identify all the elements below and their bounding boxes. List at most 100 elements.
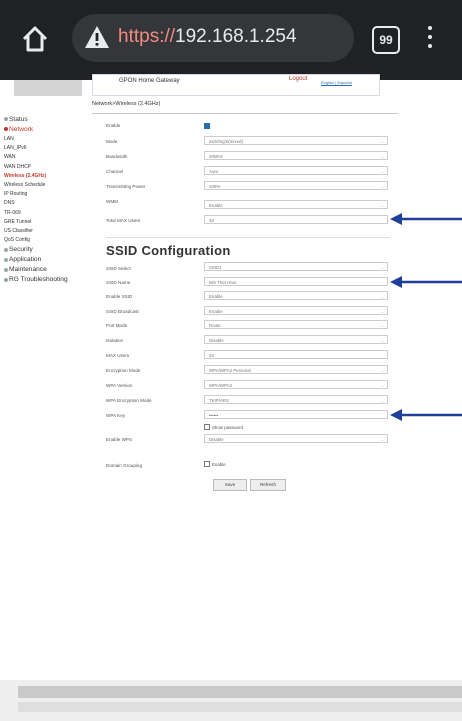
gateway-title: GPON Home Gateway xyxy=(119,78,180,84)
tx-power-select[interactable]: 100% ⌄ xyxy=(204,181,388,190)
chevron-down-icon: ⌄ xyxy=(380,323,384,328)
ssid-broadcast-select[interactable]: Enable ⌄ xyxy=(204,306,388,315)
sidebar: Status Network LAN LAN_IPv6 WAN WAN DHCP… xyxy=(2,115,94,285)
wpa-key-input[interactable]: •••••• xyxy=(204,410,388,419)
enable-ssid-value: Enable xyxy=(209,294,223,299)
port-mode-select[interactable]: Route ⌄ xyxy=(204,320,388,329)
chevron-down-icon: ⌄ xyxy=(380,184,384,189)
bandwidth-label: Bandwidth xyxy=(106,154,128,159)
url-host: 192.168.1.254 xyxy=(175,26,297,47)
annotation-arrow-icon xyxy=(390,276,462,288)
max-users-input[interactable]: 32 xyxy=(204,350,388,359)
save-button[interactable]: Save xyxy=(213,479,247,491)
tx-power-label: Transmitting Power xyxy=(106,184,146,189)
wpa-version-label: WPA Version xyxy=(106,383,133,388)
bandwidth-select[interactable]: 20MHz ⌄ xyxy=(204,151,388,160)
channel-select[interactable]: Auto ⌄ xyxy=(204,166,388,175)
chevron-down-icon: ⌄ xyxy=(380,169,384,174)
port-mode-label: Port Mode xyxy=(106,323,128,328)
wpa-key-value: •••••• xyxy=(209,413,219,418)
isolation-value: Disable xyxy=(209,338,224,343)
sidebar-item-label: Network xyxy=(9,126,34,133)
sidebar-item-wireless[interactable]: Wireless (2.4GHz) xyxy=(2,172,94,181)
sidebar-item-tr069[interactable]: TR-069 xyxy=(2,209,94,218)
enable-wps-label: Enable WPS xyxy=(106,437,133,442)
address-bar[interactable]: https://192.168.1.254 xyxy=(72,14,354,62)
isolation-select[interactable]: Disable ⌄ xyxy=(204,335,388,344)
ssid-broadcast-label: SSID Broadcast xyxy=(106,309,139,314)
ssid-name-label: SSID Name xyxy=(106,280,131,285)
warning-icon[interactable] xyxy=(84,24,110,50)
wpa-encryption-mode-select[interactable]: TKIP/AES ⌄ xyxy=(204,395,388,404)
bullet-icon xyxy=(4,117,8,122)
sidebar-item-status[interactable]: Status xyxy=(2,115,94,125)
divider xyxy=(106,237,390,238)
show-password-checkbox[interactable] xyxy=(204,424,210,430)
sidebar-item-dns[interactable]: DNS xyxy=(2,199,94,208)
sidebar-item-gre-tunnel[interactable]: GRE Tunnel xyxy=(2,218,94,227)
sidebar-item-qos-config[interactable]: QoS Config xyxy=(2,236,94,245)
show-password-label: Show password xyxy=(212,425,243,430)
tab-switcher-button[interactable]: 99 xyxy=(372,26,400,54)
logo-placeholder xyxy=(14,80,82,96)
enable-ssid-label: Enable SSID xyxy=(106,294,133,299)
language-links[interactable]: English | Español xyxy=(321,80,352,85)
url-scheme: https:// xyxy=(118,26,176,47)
chevron-down-icon: ⌄ xyxy=(380,338,384,343)
ssid-select-label: SSID Select xyxy=(106,266,131,271)
wmm-value: Enable xyxy=(209,203,223,208)
encryption-mode-select[interactable]: WPA/WPA2 Personal ⌄ xyxy=(204,365,388,374)
sidebar-item-label: Security xyxy=(9,246,33,254)
mode-label: Mode xyxy=(106,139,118,144)
chevron-down-icon: ⌄ xyxy=(380,265,384,270)
sidebar-item-network[interactable]: Network xyxy=(2,125,94,135)
sidebar-item-label: Maintenance xyxy=(9,266,47,274)
chevron-down-icon: ⌄ xyxy=(380,139,384,144)
logout-link[interactable]: Logout xyxy=(289,76,307,82)
wpa-version-select[interactable]: WPA/WPA2 ⌄ xyxy=(204,380,388,389)
domain-grouping-checkbox[interactable] xyxy=(204,461,210,467)
sidebar-item-wan-dhcp[interactable]: WAN DHCP xyxy=(2,163,94,172)
sidebar-item-ip-routing[interactable]: IP Routing xyxy=(2,190,94,199)
overflow-menu-icon[interactable] xyxy=(422,24,438,54)
sidebar-item-lan[interactable]: LAN xyxy=(2,135,94,144)
annotation-arrow-icon xyxy=(390,409,462,421)
wmm-select[interactable]: Enable ⌄ xyxy=(204,200,388,209)
encryption-mode-label: Encryption Mode xyxy=(106,368,141,373)
port-mode-value: Route xyxy=(209,323,221,328)
enable-checkbox[interactable] xyxy=(204,123,210,129)
enable-label: Enable xyxy=(106,123,121,128)
sidebar-item-lan-ipv6[interactable]: LAN_IPv6 xyxy=(2,144,94,153)
chevron-down-icon: ⌄ xyxy=(380,383,384,388)
sidebar-item-maintenance[interactable]: Maintenance xyxy=(2,265,94,275)
refresh-button[interactable]: Refresh xyxy=(250,479,286,491)
ssid-select[interactable]: SSID1 ⌄ xyxy=(204,262,388,271)
sidebar-item-troubleshooting[interactable]: RG Troubleshooting xyxy=(2,275,94,285)
sidebar-item-wan[interactable]: WAN xyxy=(2,153,94,162)
sidebar-item-wireless-schedule[interactable]: Wireless Schedule xyxy=(2,181,94,190)
router-page: GPON Home Gateway Logout English | Españ… xyxy=(0,74,462,680)
mode-select[interactable]: ax/n/b/g/n(mixed) ⌄ xyxy=(204,136,388,145)
bottom-bar-strip xyxy=(18,702,462,712)
bullet-icon xyxy=(4,247,8,252)
bottom-bar-strip xyxy=(18,686,462,698)
ssid-name-input[interactable]: Min Thet Htun xyxy=(204,277,388,286)
ssid-section-title: SSID Configuration xyxy=(106,243,231,258)
sidebar-item-label: Status xyxy=(9,116,28,123)
sidebar-item-us-classifier[interactable]: US Classifier xyxy=(2,227,94,236)
bandwidth-value: 20MHz xyxy=(209,154,223,159)
home-icon[interactable] xyxy=(20,24,50,54)
bottom-bar xyxy=(0,680,462,721)
page-header: GPON Home Gateway Logout English | Españ… xyxy=(92,74,380,96)
domain-grouping-label: Domain Grouping xyxy=(106,463,143,468)
sidebar-item-label: Application xyxy=(9,256,42,264)
ssid-broadcast-value: Enable xyxy=(209,309,223,314)
enable-ssid-select[interactable]: Enable ⌄ xyxy=(204,291,388,300)
sidebar-item-security[interactable]: Security xyxy=(2,245,94,255)
tx-power-value: 100% xyxy=(209,184,221,189)
ssid-name-value: Min Thet Htun xyxy=(209,280,237,285)
enable-wps-select[interactable]: Disable ⌄ xyxy=(204,434,388,443)
sidebar-item-application[interactable]: Application xyxy=(2,255,94,265)
total-max-users-input[interactable]: 32 xyxy=(204,215,388,224)
wmm-label: WMM xyxy=(106,199,118,204)
